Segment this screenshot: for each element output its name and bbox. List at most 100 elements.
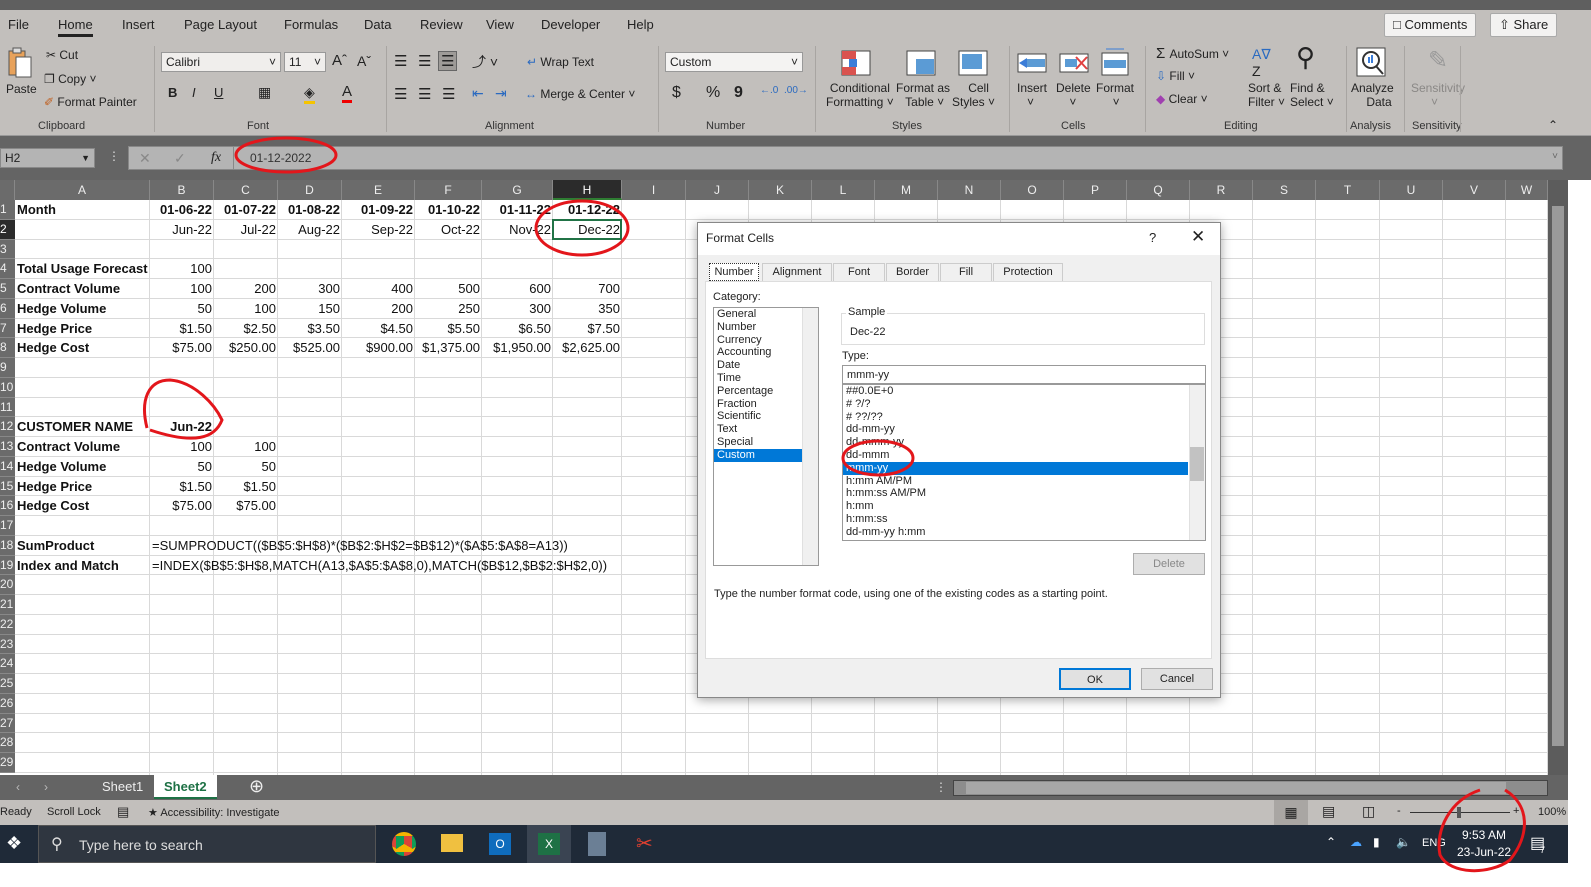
tab-developer[interactable]: Developer bbox=[541, 17, 600, 32]
align-middle-icon[interactable]: ☰ bbox=[418, 52, 431, 70]
row-header-29[interactable]: 29 bbox=[0, 753, 15, 773]
type-item[interactable]: dd-mm-yy bbox=[843, 423, 1188, 436]
row-header-28[interactable]: 28 bbox=[0, 733, 15, 753]
cell-e7[interactable]: $4.50 bbox=[342, 319, 415, 338]
row-header-7[interactable]: 7 bbox=[0, 318, 15, 339]
row-header-9[interactable]: 9 bbox=[0, 358, 15, 378]
row-header-14[interactable]: 14 bbox=[0, 456, 15, 477]
row-header-25[interactable]: 25 bbox=[0, 674, 15, 694]
row-header-1[interactable]: 1 bbox=[0, 200, 15, 220]
page-layout-view-icon[interactable]: ▤ bbox=[1322, 803, 1335, 820]
language-indicator[interactable]: ENG bbox=[1422, 837, 1446, 849]
add-sheet-icon[interactable]: ⊕ bbox=[249, 776, 264, 797]
tab-review[interactable]: Review bbox=[420, 17, 463, 32]
cell-d5[interactable]: 300 bbox=[278, 279, 342, 298]
row-header-13[interactable]: 13 bbox=[0, 437, 15, 457]
clear-button[interactable]: ◆ Clear ˅ bbox=[1156, 92, 1208, 106]
chrome-icon[interactable] bbox=[392, 832, 416, 856]
conditional-formatting-button[interactable]: Conditional Formatting ˅ bbox=[826, 81, 894, 109]
column-header-q[interactable]: Q bbox=[1127, 180, 1190, 200]
fill-color-icon[interactable]: ◈ bbox=[304, 84, 315, 104]
cell-e5[interactable]: 400 bbox=[342, 279, 415, 298]
paste-icon[interactable] bbox=[6, 46, 34, 80]
column-header-n[interactable]: N bbox=[938, 180, 1001, 200]
cell-a16[interactable]: Hedge Cost bbox=[15, 496, 150, 515]
cell-h5[interactable]: 700 bbox=[553, 279, 622, 298]
cell-styles-icon[interactable] bbox=[957, 48, 989, 78]
cell-b12[interactable]: Jun-22 bbox=[150, 417, 214, 436]
row-header-19[interactable]: 19 bbox=[0, 555, 15, 576]
cell-c14[interactable]: 50 bbox=[214, 457, 278, 476]
help-button[interactable]: ? bbox=[1149, 230, 1156, 245]
cell-styles-button[interactable]: Cell Styles ˅ bbox=[952, 81, 995, 109]
search-input[interactable]: Type here to search bbox=[79, 837, 203, 853]
clock-time[interactable]: 9:53 AM bbox=[1462, 828, 1506, 842]
cell-e1[interactable]: 01-09-22 bbox=[342, 200, 415, 219]
cell-a15[interactable]: Hedge Price bbox=[15, 477, 150, 496]
font-size-select[interactable]: 11 ˅ bbox=[284, 52, 326, 72]
cell-a18[interactable]: SumProduct bbox=[15, 536, 150, 555]
zoom-slider-thumb[interactable] bbox=[1457, 807, 1461, 818]
cell-g2[interactable]: Nov-22 bbox=[482, 220, 553, 239]
row-header-2[interactable]: 2 bbox=[0, 219, 15, 240]
cell-c15[interactable]: $1.50 bbox=[214, 477, 278, 496]
cell-h7[interactable]: $7.50 bbox=[553, 319, 622, 338]
tab-alignment[interactable]: Alignment bbox=[762, 263, 832, 281]
cell-g8[interactable]: $1,950.00 bbox=[482, 338, 553, 357]
type-item[interactable]: dd-mmm-yy bbox=[843, 436, 1188, 449]
cell-g7[interactable]: $6.50 bbox=[482, 319, 553, 338]
analyze-data-icon[interactable] bbox=[1355, 46, 1387, 78]
row-header-20[interactable]: 20 bbox=[0, 575, 15, 595]
column-header-w[interactable]: W bbox=[1506, 180, 1548, 200]
excel-taskbar-item[interactable]: X bbox=[527, 825, 571, 863]
merge-center-button[interactable]: ↔ Merge & Center ˅ bbox=[525, 87, 635, 101]
cell-c5[interactable]: 200 bbox=[214, 279, 278, 298]
sort-filter-button[interactable]: Sort & Filter ˅ bbox=[1248, 81, 1285, 109]
tab-help[interactable]: Help bbox=[627, 17, 654, 32]
sheet-tab-sheet1[interactable]: Sheet1 bbox=[92, 775, 153, 799]
row-header-22[interactable]: 22 bbox=[0, 614, 15, 635]
tab-fill[interactable]: Fill bbox=[940, 263, 992, 281]
percent-button[interactable]: % bbox=[706, 84, 720, 102]
tab-page-layout[interactable]: Page Layout bbox=[184, 17, 257, 32]
number-format-select[interactable]: Custom ˅ bbox=[665, 52, 803, 72]
onedrive-icon[interactable]: ☁ bbox=[1350, 835, 1362, 849]
comma-button[interactable]: 9 bbox=[734, 84, 743, 102]
increase-font-icon[interactable]: Aˆ bbox=[332, 52, 347, 69]
column-header-h[interactable]: H bbox=[553, 180, 622, 200]
insert-function-icon[interactable]: fx bbox=[211, 150, 221, 166]
normal-view-icon[interactable]: ▦ bbox=[1274, 800, 1308, 825]
format-as-table-icon[interactable] bbox=[905, 48, 937, 78]
delete-button[interactable]: Delete ˅ bbox=[1056, 81, 1091, 109]
macro-record-icon[interactable]: ▤ bbox=[117, 804, 129, 820]
cell-f8[interactable]: $1,375.00 bbox=[415, 338, 482, 357]
zoom-in-icon[interactable]: + bbox=[1513, 805, 1519, 817]
scrollbar-thumb[interactable] bbox=[966, 782, 1506, 794]
type-item[interactable]: ##0.0E+0 bbox=[843, 385, 1188, 398]
row-header-17[interactable]: 17 bbox=[0, 516, 15, 536]
cut-button[interactable]: ✂ Cut bbox=[46, 48, 78, 62]
ok-button[interactable]: OK bbox=[1059, 668, 1131, 690]
tab-file[interactable]: File bbox=[8, 17, 29, 32]
cell-e6[interactable]: 200 bbox=[342, 299, 415, 318]
row-header-15[interactable]: 15 bbox=[0, 476, 15, 497]
zoom-level[interactable]: 100% bbox=[1538, 806, 1566, 818]
align-top-icon[interactable]: ☰ bbox=[394, 52, 407, 70]
cell-b4[interactable]: 100 bbox=[150, 259, 214, 278]
cell-b5[interactable]: 100 bbox=[150, 279, 214, 298]
cell-c7[interactable]: $2.50 bbox=[214, 319, 278, 338]
decrease-indent-icon[interactable]: ⇤ bbox=[472, 85, 484, 102]
italic-button[interactable]: I bbox=[192, 85, 196, 100]
share-button[interactable]: ⇧ Share bbox=[1490, 13, 1558, 37]
accessibility-status[interactable]: ★ Accessibility: Investigate bbox=[148, 806, 280, 819]
font-color-icon[interactable]: A bbox=[342, 83, 353, 103]
row-header-4[interactable]: 4 bbox=[0, 259, 15, 279]
windows-start-icon[interactable]: ❖ bbox=[6, 833, 22, 854]
select-all-corner[interactable] bbox=[0, 180, 15, 200]
tab-protection[interactable]: Protection bbox=[993, 263, 1063, 281]
row-header-21[interactable]: 21 bbox=[0, 595, 15, 615]
show-hidden-icons[interactable]: ⌃ bbox=[1326, 835, 1336, 849]
column-header-u[interactable]: U bbox=[1380, 180, 1443, 200]
row-header-6[interactable]: 6 bbox=[0, 298, 15, 319]
cell-d8[interactable]: $525.00 bbox=[278, 338, 342, 357]
